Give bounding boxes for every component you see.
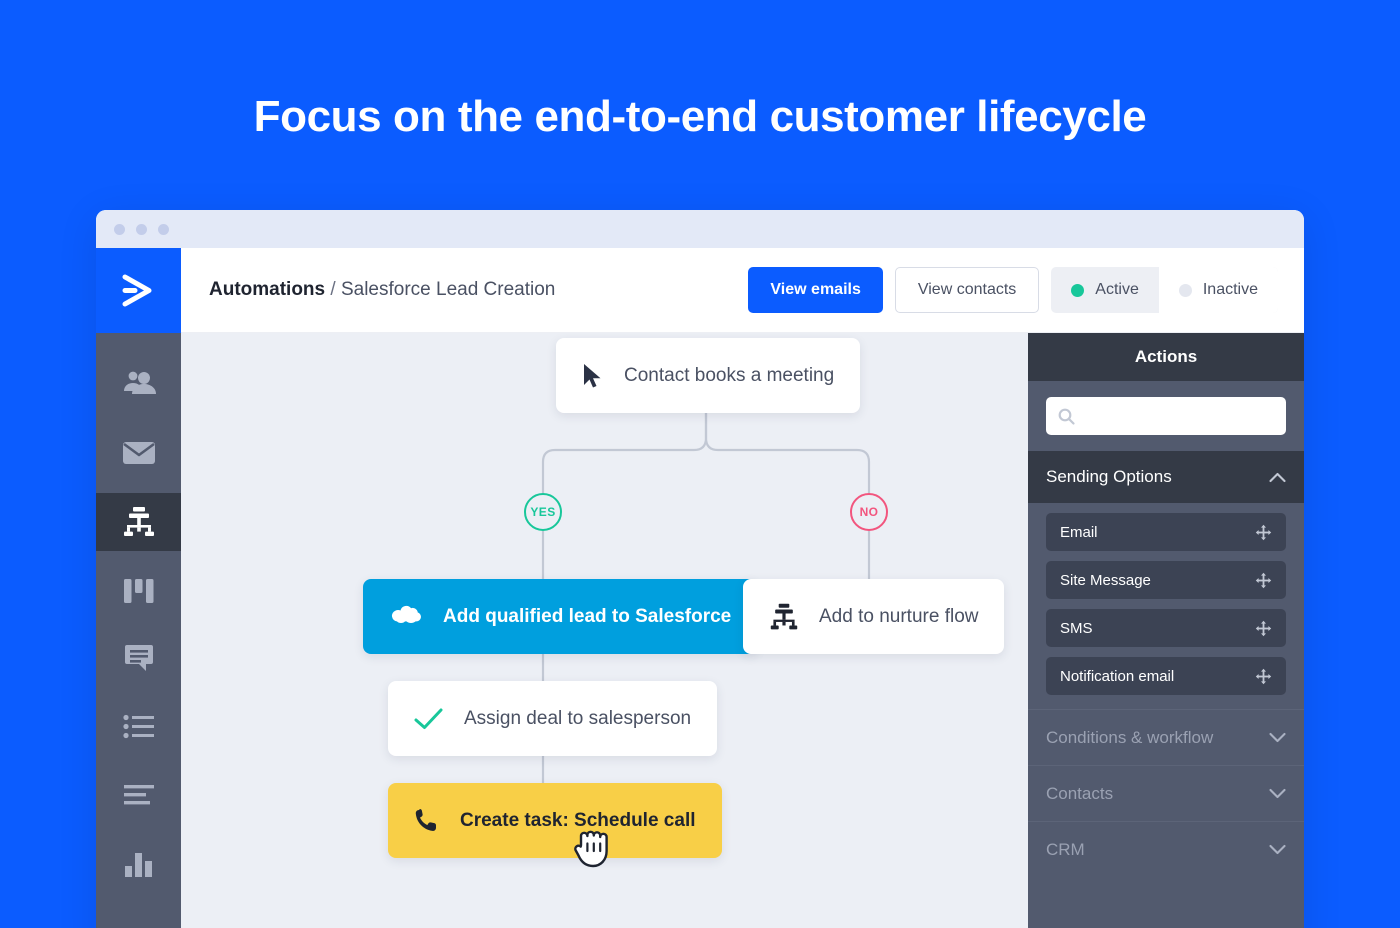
grab-hand-cursor (574, 830, 608, 868)
sidebar-item-conversations[interactable] (96, 631, 181, 687)
activecampaign-logo[interactable] (96, 248, 181, 333)
flow-node-assign-label: Assign deal to salesperson (464, 707, 692, 729)
drag-handle-icon[interactable] (1255, 668, 1272, 685)
breadcrumb: Automations / Salesforce Lead Creation (209, 279, 555, 301)
app-body: Automations / Salesforce Lead Creation V… (96, 248, 1304, 928)
actions-panel-title: Actions (1028, 333, 1304, 381)
lines-icon (123, 785, 154, 805)
chat-icon (124, 645, 153, 671)
automations-icon (123, 507, 154, 536)
top-bar: Automations / Salesforce Lead Creation V… (181, 248, 1304, 333)
bar-chart-icon (124, 853, 152, 877)
flow-node-assign[interactable]: Assign deal to salesperson (388, 681, 718, 756)
sidebar-item-automations[interactable] (96, 493, 181, 551)
sidebar-item-campaigns[interactable] (96, 425, 181, 481)
action-item-email-label: Email (1060, 523, 1098, 541)
kanban-icon (123, 579, 153, 603)
actions-search-input[interactable] (1084, 407, 1283, 425)
window-dot-maximize[interactable] (158, 223, 169, 235)
breadcrumb-current: Salesforce Lead Creation (340, 279, 556, 300)
status-option-active[interactable]: Active (1051, 267, 1159, 313)
branch-badge-no[interactable]: NO (850, 493, 888, 531)
window-titlebar (96, 210, 1304, 248)
actions-search-box[interactable] (1046, 397, 1286, 435)
page-headline: Focus on the end-to-end customer lifecyc… (253, 92, 1147, 141)
top-bar-actions: View emails View contacts Active Inactiv… (748, 267, 1278, 313)
flow-node-nurture[interactable]: Add to nurture flow (743, 579, 1005, 654)
flow-node-task[interactable]: Create task: Schedule call (388, 783, 722, 858)
branch-badge-no-label: NO (859, 505, 879, 519)
actions-group-crm[interactable]: CRM (1028, 821, 1304, 877)
chevron-down-icon (1269, 844, 1286, 855)
status-toggle: Active Inactive (1051, 267, 1278, 313)
contacts-icon (123, 371, 156, 394)
actions-group-contacts-label: Contacts (1046, 783, 1114, 803)
flow-node-trigger[interactable]: Contact books a meeting (556, 338, 861, 413)
chevron-up-icon (1269, 472, 1286, 482)
status-option-inactive[interactable]: Inactive (1158, 267, 1278, 313)
actions-group-sending-options-label: Sending Options (1046, 467, 1172, 486)
actions-search-wrap (1028, 381, 1304, 451)
page-root: Focus on the end-to-end customer lifecyc… (0, 0, 1400, 928)
drag-handle-icon[interactable] (1255, 524, 1272, 541)
actions-group-conditions-workflow[interactable]: Conditions & workflow (1028, 709, 1304, 765)
action-item-site-message-label: Site Message (1060, 571, 1151, 589)
actions-group-contacts[interactable]: Contacts (1028, 765, 1304, 821)
automation-canvas[interactable]: Contact books a meeting YES NO Add quali… (181, 333, 1028, 928)
action-item-notification-email-label: Notification email (1060, 667, 1175, 685)
check-icon (414, 708, 443, 729)
window-dot-minimize[interactable] (136, 223, 147, 235)
actions-group-conditions-workflow-label: Conditions & workflow (1046, 727, 1214, 747)
action-item-email[interactable]: Email (1046, 513, 1286, 551)
action-item-sms-label: SMS (1060, 619, 1093, 637)
status-inactive-label: Inactive (1202, 281, 1258, 298)
flow-node-trigger-label: Contact books a meeting (624, 364, 835, 386)
left-nav-rail (96, 248, 181, 928)
sidebar-item-deals[interactable] (96, 563, 181, 619)
view-emails-button[interactable]: View emails (748, 267, 883, 313)
main-column: Automations / Salesforce Lead Creation V… (181, 248, 1304, 928)
sidebar-item-lists[interactable] (96, 699, 181, 755)
cursor-arrow-icon (584, 363, 601, 387)
view-contacts-button[interactable]: View contacts (894, 267, 1040, 313)
chevron-down-icon (1269, 732, 1286, 743)
actions-group-sending-options-body: Email Site Message SMS Notification emai… (1028, 503, 1304, 709)
branch-badge-yes-label: YES (530, 505, 556, 519)
active-status-dot (1071, 283, 1085, 297)
actions-group-crm-label: CRM (1046, 839, 1085, 859)
list-icon (122, 714, 154, 739)
flow-node-salesforce[interactable]: Add qualified lead to Salesforce (363, 579, 758, 654)
chevron-down-icon (1269, 788, 1286, 799)
workspace: Contact books a meeting YES NO Add quali… (181, 333, 1304, 928)
sidebar-item-contacts[interactable] (96, 357, 181, 413)
phone-icon (415, 808, 436, 831)
branch-badge-yes[interactable]: YES (524, 493, 562, 531)
action-item-notification-email[interactable]: Notification email (1046, 657, 1286, 695)
drag-handle-icon[interactable] (1255, 620, 1272, 637)
window-dot-close[interactable] (114, 223, 125, 235)
breadcrumb-separator: / (330, 279, 336, 300)
sidebar-item-reports[interactable] (96, 837, 181, 893)
breadcrumb-root[interactable]: Automations (209, 279, 325, 300)
logo-chevron-icon (122, 274, 151, 306)
status-active-label: Active (1095, 281, 1139, 298)
flow-node-nurture-label: Add to nurture flow (819, 605, 979, 627)
sidebar-item-forms[interactable] (96, 767, 181, 823)
actions-group-sending-options[interactable]: Sending Options (1028, 451, 1304, 503)
envelope-icon (122, 442, 155, 464)
search-icon (1058, 408, 1075, 425)
drag-handle-icon[interactable] (1255, 572, 1272, 589)
inactive-status-dot (1178, 283, 1192, 297)
flow-node-salesforce-label: Add qualified lead to Salesforce (443, 605, 732, 627)
automations-icon (770, 603, 798, 629)
browser-window: Automations / Salesforce Lead Creation V… (96, 210, 1304, 928)
cloud-icon (391, 605, 421, 623)
action-item-site-message[interactable]: Site Message (1046, 561, 1286, 599)
actions-panel: Actions Sending Options Email Site Messa… (1028, 333, 1304, 928)
action-item-sms[interactable]: SMS (1046, 609, 1286, 647)
